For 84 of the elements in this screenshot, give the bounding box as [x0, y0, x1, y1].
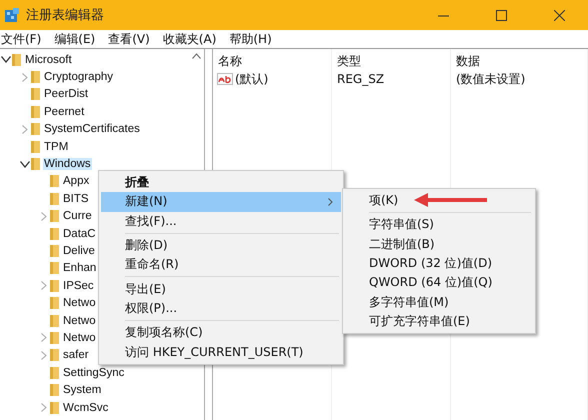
- maximize-icon: [496, 10, 506, 20]
- tree-item[interactable]: SystemCertificates: [43, 123, 141, 136]
- column-header[interactable]: 数据: [451, 52, 588, 70]
- folder-icon: [12, 52, 21, 67]
- folder-icon: [31, 70, 40, 84]
- menu-item[interactable]: 折叠: [101, 173, 341, 192]
- folder-icon: [50, 314, 59, 328]
- tree-item[interactable]: DataC: [62, 228, 97, 240]
- expand-chevron-icon[interactable]: [22, 124, 28, 134]
- folder-icon: [50, 209, 59, 224]
- menu-item[interactable]: 权限(P)...: [101, 298, 341, 318]
- collapse-chevron-icon[interactable]: [20, 160, 30, 168]
- menu-item[interactable]: 编辑(E): [53, 30, 104, 48]
- tree-item[interactable]: Microsoft: [24, 54, 73, 66]
- expand-chevron-icon[interactable]: [41, 333, 47, 342]
- menu-item[interactable]: 二进制值(B): [345, 234, 533, 254]
- expand-chevron-icon[interactable]: [41, 281, 47, 290]
- folder-icon: [31, 87, 40, 102]
- menu-item[interactable]: 文件(F): [0, 30, 50, 48]
- folder-icon: [31, 157, 40, 172]
- tree-item[interactable]: PeerDist: [43, 88, 90, 100]
- tree-item[interactable]: TPM: [43, 140, 70, 153]
- expand-chevron-icon[interactable]: [41, 350, 47, 360]
- collapse-chevron-icon[interactable]: [1, 56, 11, 64]
- tree-item[interactable]: safer: [62, 349, 90, 362]
- folder-icon: [50, 383, 59, 398]
- menu-item[interactable]: 多字符串值(M): [345, 292, 533, 312]
- menu-item[interactable]: 删除(D): [101, 236, 341, 256]
- folder-icon: [50, 244, 59, 258]
- folder-icon: [50, 226, 59, 241]
- menu-item[interactable]: 字符串值(S): [345, 215, 533, 235]
- menu-item[interactable]: DWORD (32 位)值(D): [345, 254, 533, 274]
- expand-chevron-icon[interactable]: [22, 72, 28, 82]
- app-icon: [4, 7, 20, 23]
- folder-icon: [50, 278, 59, 293]
- folder-icon: [50, 192, 59, 206]
- menu-item[interactable]: 查看(V): [107, 30, 159, 48]
- tree-item[interactable]: Netwo: [62, 314, 97, 327]
- tree-item[interactable]: Curre: [62, 210, 93, 222]
- tree-item[interactable]: Windows: [43, 158, 92, 170]
- window-title: 注册表编辑器: [26, 7, 104, 24]
- menu-item[interactable]: 访问 HKEY_CURRENT_USER(T): [101, 342, 341, 362]
- menu-item[interactable]: QWORD (64 位)值(Q): [345, 273, 533, 292]
- menu-item[interactable]: 新建(N): [101, 192, 341, 212]
- folder-icon: [50, 296, 59, 310]
- scroll-up-icon[interactable]: [192, 53, 201, 59]
- tree-item[interactable]: SettingSync: [62, 366, 126, 379]
- value-type: REG_SZ: [336, 72, 386, 86]
- tree-item[interactable]: Peernet: [43, 106, 86, 118]
- folder-icon: [31, 140, 40, 154]
- folder-icon: [50, 348, 59, 362]
- menu-item[interactable]: 项(K): [345, 191, 533, 210]
- value-data: (数值未设置): [455, 70, 526, 88]
- column-header[interactable]: 类型: [332, 52, 451, 70]
- tree-item[interactable]: WcmSvc: [62, 402, 110, 414]
- folder-icon: [31, 104, 40, 119]
- folder-icon: [50, 174, 59, 188]
- string-value-icon: [217, 72, 233, 86]
- menu-item[interactable]: 收藏夹(A): [162, 30, 226, 48]
- expand-chevron-icon[interactable]: [41, 403, 47, 412]
- tree-item[interactable]: System: [62, 384, 102, 396]
- tree-item[interactable]: IPSec: [62, 280, 95, 292]
- menu-item[interactable]: 复制项名称(C): [101, 323, 341, 342]
- menu-item[interactable]: 重命名(R): [101, 255, 341, 274]
- tree-item[interactable]: Delive: [62, 244, 96, 257]
- tree-item[interactable]: BITS: [62, 192, 90, 205]
- tree-item[interactable]: Appx: [62, 175, 90, 188]
- tree-item[interactable]: Cryptography: [43, 71, 114, 84]
- menu-item[interactable]: 帮助(H): [228, 30, 281, 48]
- menu-item[interactable]: 导出(E): [101, 279, 341, 299]
- folder-icon: [50, 330, 59, 345]
- tree-item[interactable]: Enhan: [62, 262, 98, 274]
- folder-icon: [50, 366, 59, 380]
- folder-icon: [50, 261, 59, 276]
- tree-item[interactable]: Netwo: [62, 332, 97, 344]
- column-header[interactable]: 名称: [213, 52, 332, 70]
- expand-chevron-icon[interactable]: [41, 212, 47, 221]
- value-name[interactable]: (默认): [235, 70, 268, 88]
- close-icon: [554, 10, 564, 20]
- menu-item[interactable]: 查找(F)...: [101, 212, 341, 231]
- folder-icon: [31, 122, 40, 136]
- tree-item[interactable]: Netwo: [62, 297, 97, 310]
- folder-icon: [50, 400, 59, 414]
- menu-item[interactable]: 可扩充字符串值(E): [345, 312, 533, 332]
